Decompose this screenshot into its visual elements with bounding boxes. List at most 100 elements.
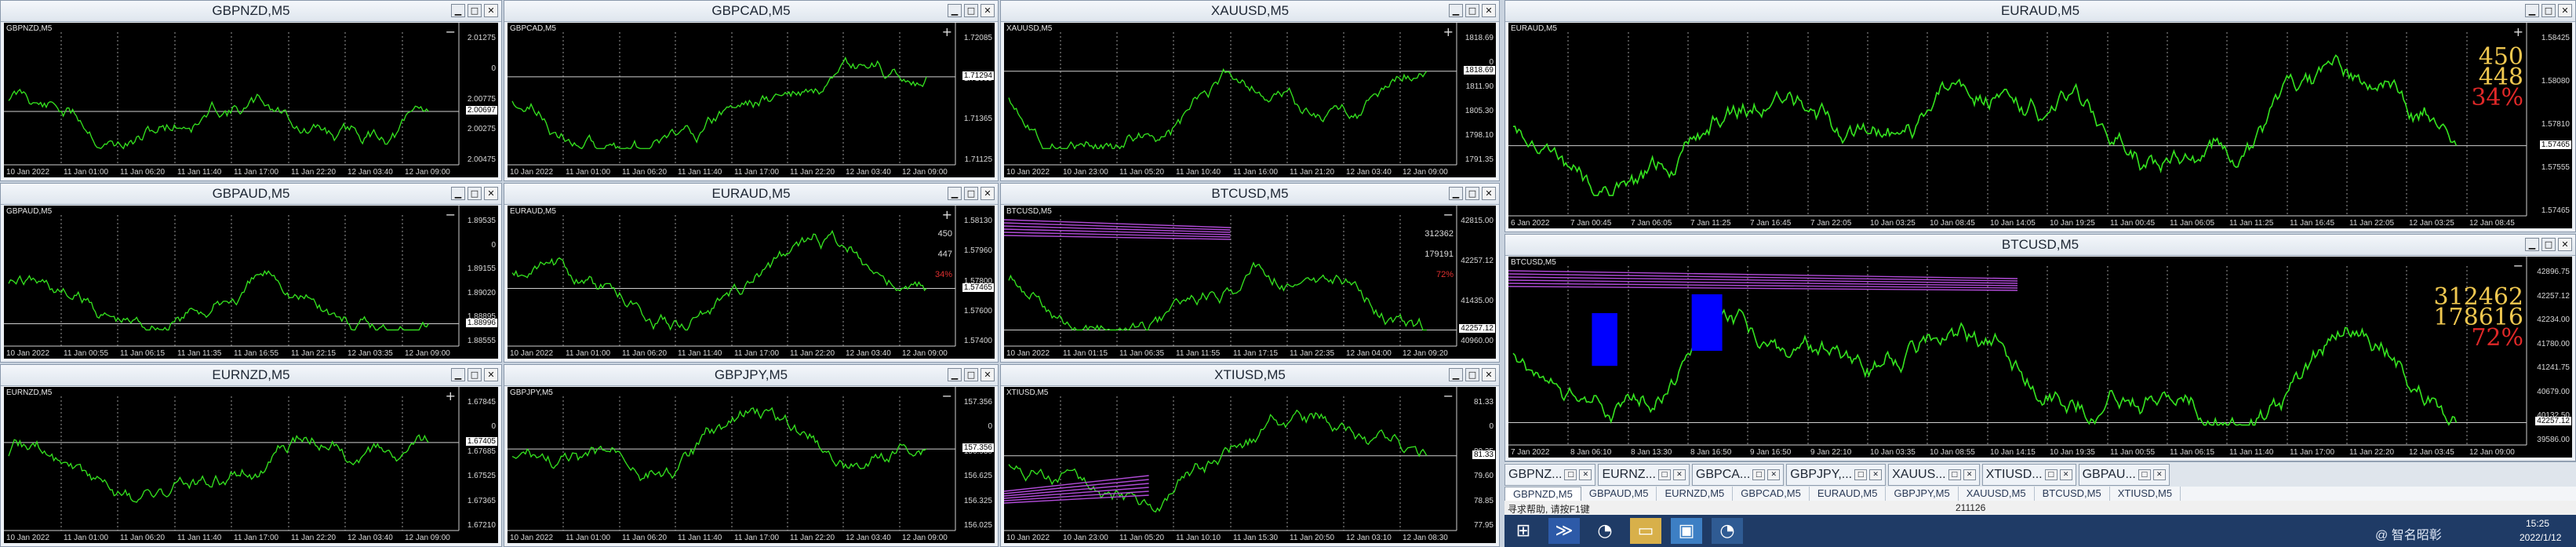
price-chart[interactable]: GBPAUD,M5 1.89535 0 1.89155 1.89020 1.88895 1.… (4, 206, 498, 359)
maximize-button[interactable]: □ (964, 368, 978, 381)
chart-tab[interactable]: GBPNZD,M5 (1504, 487, 1581, 501)
chart-window-btcusd[interactable]: BTCUSD,M5 ▁ □ ✕ BTCUSD,M5 42815.00 42257.12 4… (1000, 183, 1500, 363)
chart-window-eurnzd[interactable]: EURNZD,M5 ▁ □ ✕ EURNZD,M5 1.67845 0 1.67685 1.… (0, 364, 502, 547)
close-button[interactable]: ✕ (2558, 4, 2572, 17)
close-icon[interactable]: ✕ (1672, 469, 1686, 480)
minus-icon[interactable]: − (1443, 388, 1454, 403)
start-button-icon[interactable]: ⊞ (1508, 518, 1539, 544)
chart-tab[interactable]: BTCUSD,M5 (2035, 487, 2110, 501)
chart-tab[interactable]: EURAUD,M5 (1810, 487, 1887, 501)
restore-icon[interactable]: □ (1564, 469, 1577, 480)
maximize-button[interactable]: □ (2541, 4, 2556, 17)
close-button[interactable]: ✕ (484, 187, 498, 200)
close-icon[interactable]: ✕ (1869, 469, 1883, 480)
maximize-button[interactable]: □ (1465, 4, 1479, 17)
close-button[interactable]: ✕ (1482, 368, 1496, 381)
close-button[interactable]: ✕ (981, 4, 995, 17)
plus-icon[interactable]: + (446, 388, 456, 403)
maximize-button[interactable]: □ (964, 187, 978, 200)
chart-window-btcusd-large[interactable]: BTCUSD,M5 ▁ □ ✕ BTCUSD,M5 42896.75 42257.12 4… (1504, 234, 2576, 461)
maximize-button[interactable]: □ (468, 187, 482, 200)
minus-icon[interactable]: − (1443, 207, 1454, 222)
price-chart[interactable]: XAUUSD,M5 1818.69 0 1811.90 1805.30 1798.10 17… (1004, 23, 1496, 177)
minimize-button[interactable]: ▁ (1449, 187, 1463, 200)
minimize-button[interactable]: ▁ (451, 4, 465, 17)
chart-tab[interactable]: EURNZD,M5 (1657, 487, 1734, 501)
price-chart[interactable]: XTIUSD,M581.33080.3579.6078.8577.9581.33… (1004, 387, 1496, 543)
minimized-window-tab[interactable]: XAUUS... □ ✕ (1888, 464, 1980, 486)
price-chart[interactable]: GBPCAD,M51.720851.716051.713651.711251.7… (508, 23, 995, 177)
close-icon[interactable]: ✕ (1963, 469, 1976, 480)
close-button[interactable]: ✕ (1482, 4, 1496, 17)
chart-window-gbpnzd[interactable]: GBPNZD,M5 ▁ □ ✕ GBPNZD,M5 2.01275 0 2.00775 2.… (0, 0, 502, 181)
minimized-window-tab[interactable]: GBPAU... □ ✕ (2078, 464, 2170, 486)
chart-tab[interactable]: GBPJPY,M5 (1886, 487, 1959, 501)
restore-icon[interactable]: □ (2044, 469, 2058, 480)
minimized-window-tab[interactable]: EURNZ... □ ✕ (1598, 464, 1690, 486)
maximize-button[interactable]: □ (1465, 187, 1479, 200)
price-chart[interactable]: EURNZD,M5 1.67845 0 1.67685 1.67525 1.67365 1.… (4, 387, 498, 543)
window-titlebar[interactable]: XAUUSD,M5 ▁ □ ✕ (1001, 1, 1499, 22)
metatrader-icon[interactable]: ◔ (1712, 518, 1743, 544)
minimized-window-tab[interactable]: XTIUSD... □ ✕ (1981, 464, 2076, 486)
minimize-button[interactable]: ▁ (451, 368, 465, 381)
maximize-button[interactable]: □ (964, 4, 978, 17)
chart-tab[interactable]: XAUUSD,M5 (1959, 487, 2035, 501)
close-icon[interactable]: ✕ (1579, 469, 1592, 480)
network-app-icon[interactable]: ▣ (1671, 518, 1702, 544)
window-titlebar[interactable]: GBPNZD,M5 ▁ □ ✕ (1, 1, 501, 22)
chart-tab[interactable]: XTIUSD,M5 (2110, 487, 2181, 501)
maximize-button[interactable]: □ (468, 4, 482, 17)
minimize-button[interactable]: ▁ (1449, 4, 1463, 17)
close-button[interactable]: ✕ (981, 187, 995, 200)
minimized-window-tab[interactable]: GBPCA... □ ✕ (1691, 464, 1785, 486)
minimize-button[interactable]: ▁ (2525, 238, 2539, 251)
price-chart[interactable]: BTCUSD,M5 42896.75 42257.12 42234.00 41780.0… (1508, 257, 2572, 458)
minimize-button[interactable]: ▁ (948, 187, 962, 200)
maximize-button[interactable]: □ (2541, 238, 2556, 251)
minimized-window-tab[interactable]: GBPNZ... □ ✕ (1504, 464, 1596, 486)
chart-window-gbpcad[interactable]: GBPCAD,M5 ▁□✕ GBPCAD,M51.720851.716051.7… (504, 0, 999, 181)
maximize-button[interactable]: □ (1465, 368, 1479, 381)
plus-icon[interactable]: + (1443, 24, 1454, 39)
minus-icon[interactable]: − (446, 24, 456, 39)
restore-icon[interactable]: □ (1657, 469, 1671, 480)
window-titlebar[interactable]: XTIUSD,M5 ▁ □ ✕ (1001, 365, 1499, 386)
minimize-button[interactable]: ▁ (948, 368, 962, 381)
chart-window-euraud-large[interactable]: EURAUD,M5 ▁ □ ✕ EURAUD,M5 1.58425 1.58080 1.5… (1504, 0, 2576, 232)
window-titlebar[interactable]: BTCUSD,M5 ▁ □ ✕ (1505, 235, 2575, 256)
window-titlebar[interactable]: EURAUD,M5 ▁ □ ✕ (1505, 1, 2575, 22)
close-icon[interactable]: ✕ (1767, 469, 1781, 480)
price-chart[interactable]: EURAUD,M5 1.58425 1.58080 1.57810 1.57555 1.5… (1508, 23, 2572, 228)
plus-icon[interactable]: + (942, 207, 952, 222)
chart-window-xtiusd[interactable]: XTIUSD,M5 ▁□✕ XTIUSD,M581.33080.3579.607… (1000, 364, 1500, 547)
restore-icon[interactable]: □ (1752, 469, 1766, 480)
plus-icon[interactable]: + (2513, 24, 2523, 39)
maximize-button[interactable]: □ (468, 368, 482, 381)
restore-icon[interactable]: □ (1948, 469, 1961, 480)
minus-icon[interactable]: − (446, 207, 456, 222)
window-titlebar[interactable]: GBPCAD,M5 ▁ □ ✕ (504, 1, 998, 22)
chart-window-gbpaud[interactable]: GBPAUD,M5 ▁ □ ✕ GBPAUD,M5 1.89535 0 1.89155 1.… (0, 183, 502, 363)
chart-window-gbpjpy[interactable]: GBPJPY,M5 ▁□✕ GBPJPY,M5157.3560156.93015… (504, 364, 999, 547)
restore-icon[interactable]: □ (1854, 469, 1868, 480)
window-titlebar[interactable]: GBPAUD,M5 ▁ □ ✕ (1, 184, 501, 205)
folder-icon[interactable]: ▭ (1630, 518, 1661, 544)
close-button[interactable]: ✕ (484, 4, 498, 17)
close-icon[interactable]: ✕ (2152, 469, 2166, 480)
plus-icon[interactable]: + (942, 24, 952, 39)
price-chart[interactable]: GBPJPY,M5157.3560156.930156.625156.32515… (508, 387, 995, 543)
chart-tab[interactable]: GBPAUD,M5 (1581, 487, 1657, 501)
price-chart[interactable]: BTCUSD,M5 42815.00 42257.12 41435.00 40960.0… (1004, 206, 1496, 359)
close-button[interactable]: ✕ (1482, 187, 1496, 200)
minus-icon[interactable]: − (2513, 258, 2523, 273)
close-button[interactable]: ✕ (484, 368, 498, 381)
minimize-button[interactable]: ▁ (2525, 4, 2539, 17)
close-button[interactable]: ✕ (2558, 238, 2572, 251)
minus-icon[interactable]: − (942, 388, 952, 403)
window-titlebar[interactable]: EURNZD,M5 ▁ □ ✕ (1, 365, 501, 386)
terminal-app-icon[interactable]: ◔ (1589, 518, 1621, 544)
minimize-button[interactable]: ▁ (1449, 368, 1463, 381)
powershell-icon[interactable]: ≫ (1548, 518, 1580, 544)
chart-tab[interactable]: GBPCAD,M5 (1733, 487, 1810, 501)
